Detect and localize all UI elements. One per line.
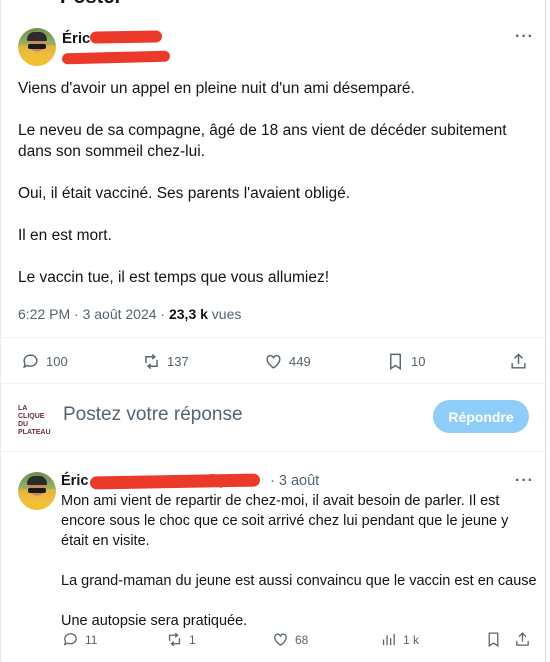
post-paragraph: Viens d'avoir un appel en pleine nuit d'… — [18, 80, 415, 97]
post-timestamp[interactable]: 6:22 PM · 3 août 2024 · — [18, 306, 169, 322]
repost-button[interactable]: 137 — [142, 352, 189, 371]
comment-like-count: 68 — [295, 632, 309, 647]
comment-reply-button[interactable]: 11 — [62, 631, 97, 648]
divider — [0, 451, 546, 452]
bookmark-count: 10 — [411, 354, 426, 369]
post-body: Viens d'avoir un appel en pleine nuit d'… — [18, 78, 538, 309]
repost-icon — [168, 632, 181, 647]
comment-repost-count: 1 — [189, 632, 196, 647]
more-options-icon[interactable]: ··· — [515, 28, 534, 46]
divider — [0, 383, 546, 384]
more-options-icon[interactable]: ··· — [515, 472, 534, 490]
repost-icon — [145, 353, 158, 370]
repost-count: 137 — [167, 354, 189, 369]
reply-count: 100 — [46, 354, 68, 369]
post-paragraph: Le vaccin tue, il est temps que vous all… — [18, 269, 330, 286]
user-logo: LA CLIQUE DU PLATEAU — [18, 405, 51, 436]
share-icon — [516, 632, 529, 646]
comment-timestamp[interactable]: · 3 août — [270, 473, 319, 489]
post-meta: 6:22 PM · 3 août 2024 · 23,3 k vues — [18, 306, 241, 322]
comment-paragraph: Mon ami vient de repartir de chez-moi, i… — [61, 493, 509, 549]
reply-input[interactable]: Postez votre réponse — [63, 404, 243, 426]
comment-repost-button[interactable]: 1 — [166, 631, 196, 648]
comment-views-count: 1 k — [403, 632, 420, 647]
comment-reply-count: 11 — [85, 632, 98, 647]
submit-reply-button[interactable]: Répondre — [433, 400, 529, 433]
heart-icon — [274, 633, 287, 646]
views-count: 23,3 k — [168, 306, 208, 322]
comment-like-button[interactable]: 68 — [272, 631, 308, 648]
bookmark-icon — [488, 632, 499, 648]
comment-bookmark-button[interactable] — [485, 631, 502, 648]
divider — [0, 337, 546, 338]
author-avatar[interactable] — [18, 28, 56, 66]
reply-icon — [23, 354, 38, 369]
bookmark-icon — [390, 353, 401, 370]
post-paragraph: Oui, il était vacciné. Ses parents l'ava… — [18, 185, 351, 202]
like-count: 449 — [289, 354, 311, 369]
analytics-icon — [382, 633, 395, 646]
redaction-mark — [89, 30, 163, 44]
bookmark-button[interactable]: 10 — [386, 352, 425, 371]
page-title: Poster — [60, 0, 122, 9]
heart-icon — [266, 354, 281, 369]
post-paragraph: Le neveu de sa compagne, âgé de 18 ans v… — [18, 122, 507, 160]
share-icon — [511, 353, 526, 369]
commenter-avatar[interactable] — [18, 472, 56, 510]
comment-share-button[interactable] — [514, 631, 531, 648]
reply-icon — [63, 633, 77, 646]
reply-button[interactable]: 100 — [21, 352, 68, 371]
comment-views-button[interactable]: 1 k — [380, 631, 419, 648]
author-name[interactable]: Éric — [62, 30, 90, 47]
post-paragraph: Il en est mort. — [18, 227, 112, 244]
share-button[interactable] — [509, 352, 528, 371]
commenter-name[interactable]: Éric — [61, 473, 88, 489]
like-button[interactable]: 449 — [264, 352, 311, 371]
comment-paragraph: La grand-maman du jeune est aussi convai… — [61, 573, 537, 589]
comment-body: Mon ami vient de repartir de chez-moi, i… — [61, 491, 539, 651]
views-label: vues — [207, 306, 242, 322]
comment-paragraph: Une autopsie sera pratiquée. — [61, 613, 248, 629]
